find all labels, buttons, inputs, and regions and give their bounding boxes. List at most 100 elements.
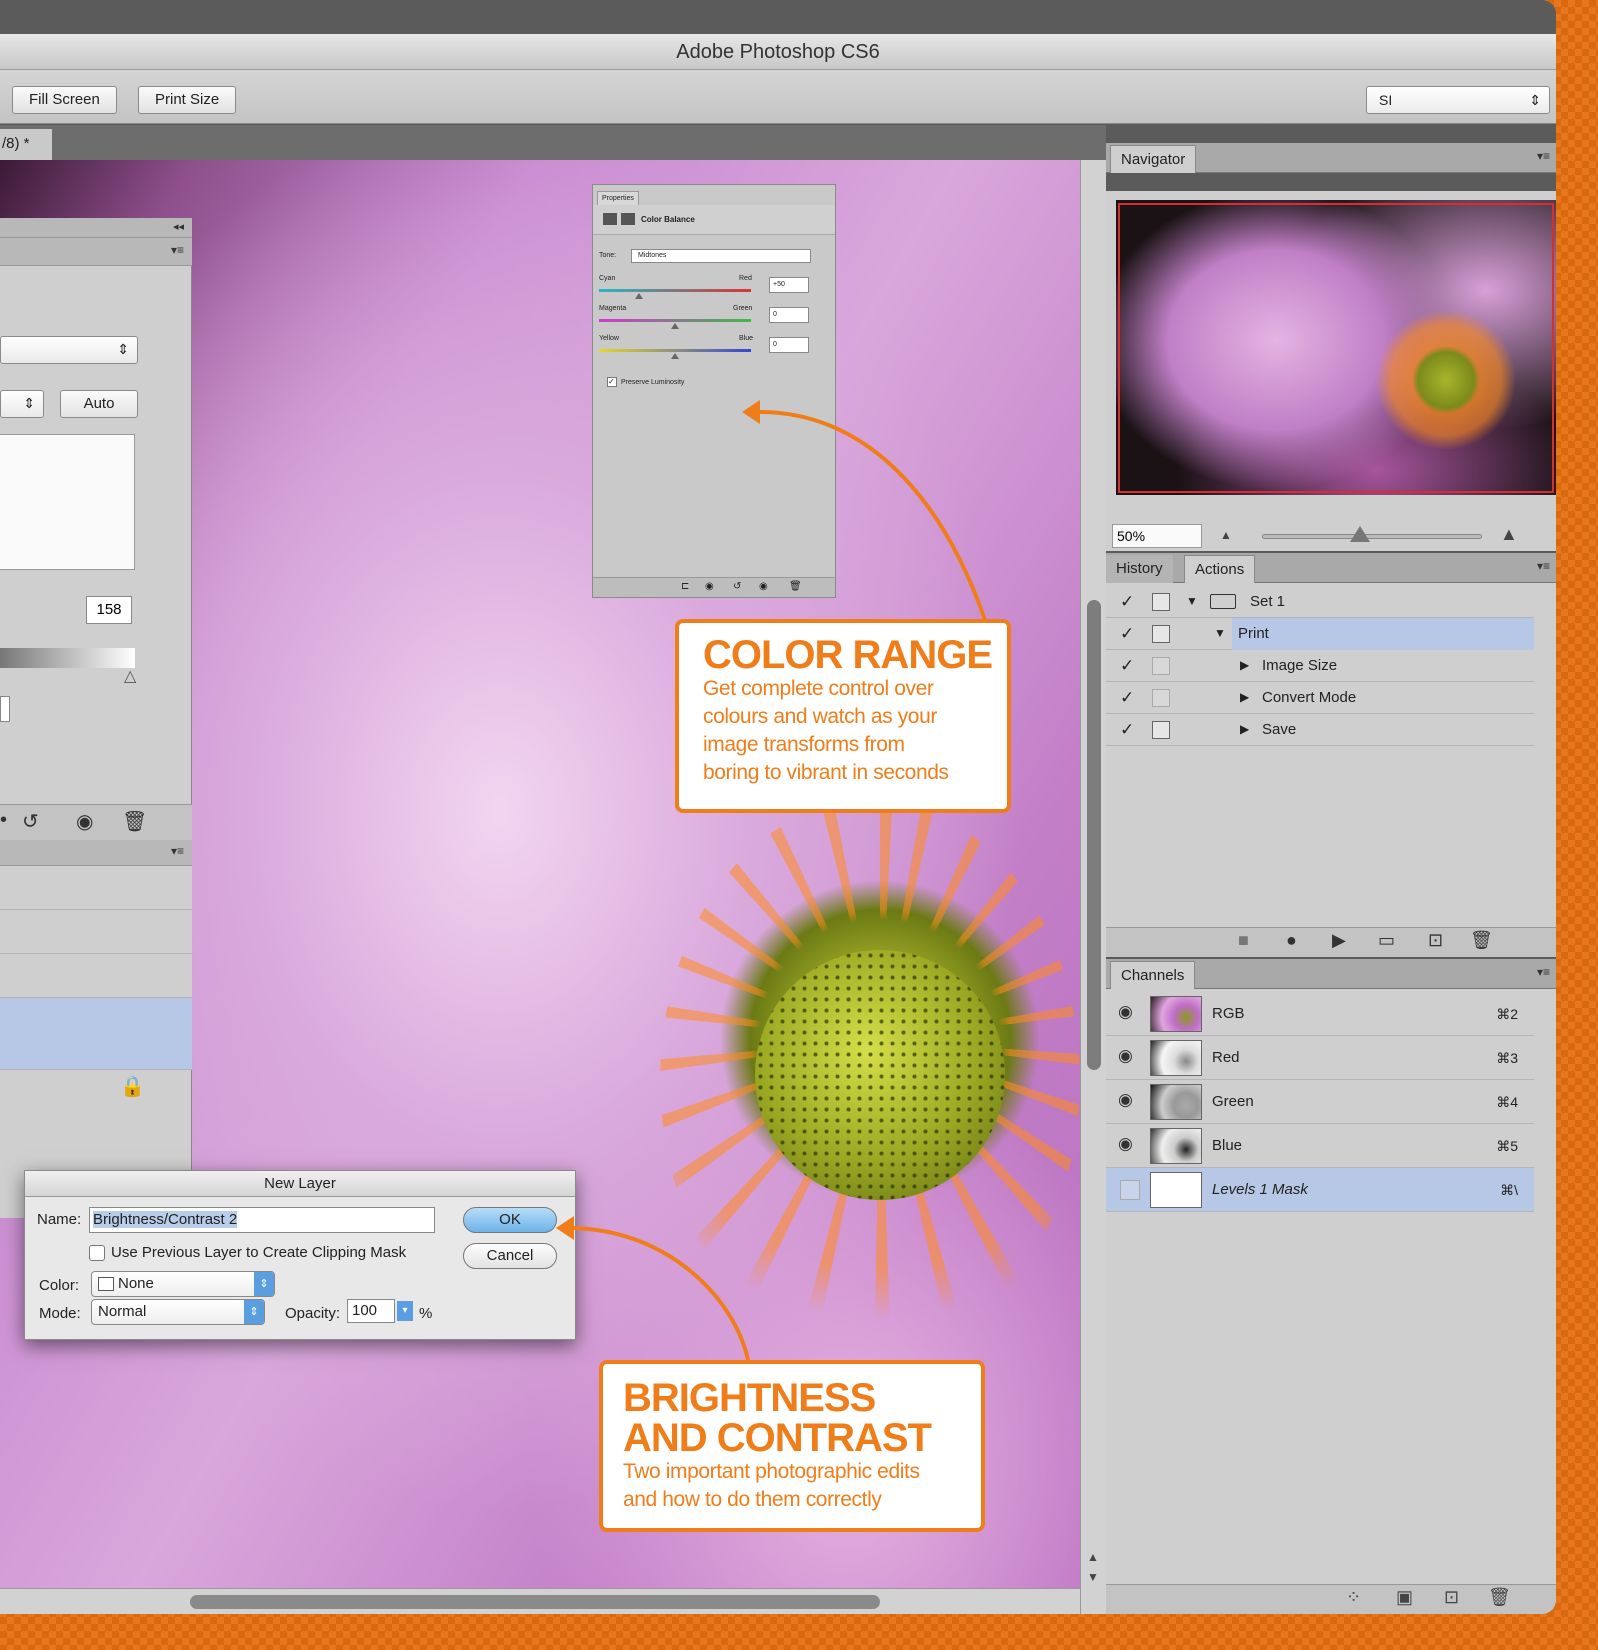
auto-button[interactable]: Auto: [60, 390, 138, 418]
panel-menu-icon[interactable]: ▾≡: [1537, 965, 1550, 979]
mode-select[interactable]: Normal ⇕: [91, 1299, 265, 1325]
eye-icon[interactable]: ◉: [76, 809, 93, 834]
action-step-row[interactable]: ✓ ▶ Convert Mode: [1106, 682, 1534, 714]
trash-icon[interactable]: 🗑: [122, 809, 147, 834]
disclosure-closed-icon[interactable]: ▶: [1240, 690, 1249, 704]
panel-menu-icon[interactable]: ▾≡: [171, 243, 184, 257]
checkmark-icon[interactable]: ✓: [1120, 624, 1134, 644]
eye-icon[interactable]: ◉: [1118, 1002, 1133, 1022]
layer-row[interactable]: [0, 910, 192, 954]
opacity-field[interactable]: 100: [347, 1299, 395, 1323]
action-set-row[interactable]: ✓ ▼ Set 1: [1106, 586, 1534, 618]
eye-icon[interactable]: ◉: [759, 581, 768, 592]
slider-knob[interactable]: [671, 353, 679, 359]
reset-icon[interactable]: ↺: [733, 581, 741, 592]
action-row-selected[interactable]: ✓ ▼ Print: [1106, 618, 1534, 650]
layer-name-input[interactable]: Brightness/Contrast 2: [89, 1207, 435, 1233]
slider-knob[interactable]: [671, 323, 679, 329]
disclosure-open-icon[interactable]: ▼: [1214, 626, 1226, 640]
channel-row-selected[interactable]: Levels 1 Mask ⌘\: [1106, 1168, 1534, 1212]
preserve-luminosity-checkbox[interactable]: ✓: [607, 377, 617, 387]
horizontal-scrollbar[interactable]: [0, 1588, 1080, 1614]
tone-select[interactable]: Midtones: [631, 249, 811, 263]
panel-menu-icon[interactable]: ▾≡: [171, 844, 184, 858]
zoom-out-icon[interactable]: ▲: [1220, 528, 1232, 542]
disclosure-closed-icon[interactable]: ▶: [1240, 658, 1249, 672]
channel-row[interactable]: ◉ Red ⌘3: [1106, 1036, 1534, 1080]
dot-icon[interactable]: •: [0, 809, 7, 832]
ok-button[interactable]: OK: [463, 1207, 557, 1233]
dialog-toggle-box[interactable]: [1152, 593, 1170, 611]
tab-navigator[interactable]: Navigator: [1110, 145, 1197, 173]
checkmark-icon[interactable]: ✓: [1120, 592, 1134, 612]
tab-channels[interactable]: Channels: [1110, 961, 1196, 989]
opacity-dropdown-icon[interactable]: ▾: [397, 1301, 413, 1321]
output-field[interactable]: [0, 696, 10, 722]
disclosure-open-icon[interactable]: ▼: [1186, 594, 1198, 608]
load-selection-icon[interactable]: ⁘: [1346, 1587, 1361, 1608]
channel-row[interactable]: ◉ Blue ⌘5: [1106, 1124, 1534, 1168]
yellow-blue-value[interactable]: 0: [769, 337, 809, 353]
new-set-folder-icon[interactable]: ▭: [1378, 930, 1395, 951]
dialog-toggle-box[interactable]: [1152, 657, 1170, 675]
level-value-field[interactable]: 158: [86, 596, 132, 624]
layer-row[interactable]: [0, 954, 192, 998]
zoom-in-icon[interactable]: ▲: [1500, 524, 1518, 545]
slider-handle-icon[interactable]: △: [124, 666, 136, 686]
collapse-icon[interactable]: ◂◂: [173, 220, 184, 233]
action-step-row[interactable]: ✓ ▶ Image Size: [1106, 650, 1534, 682]
eye-icon[interactable]: ◉: [1118, 1046, 1133, 1066]
channel-dropdown[interactable]: ⇕: [0, 390, 44, 418]
trash-icon[interactable]: 🗑: [789, 581, 802, 592]
horizontal-scroll-thumb[interactable]: [190, 1595, 880, 1609]
dialog-toggle-box[interactable]: [1152, 625, 1170, 643]
trash-icon[interactable]: 🗑: [1488, 1587, 1511, 1608]
tab-actions[interactable]: Actions: [1184, 555, 1256, 583]
stop-icon[interactable]: ■: [1238, 930, 1249, 951]
action-step-row[interactable]: ✓ ▶ Save: [1106, 714, 1534, 746]
navigator-view-box[interactable]: [1118, 203, 1554, 493]
eye-icon[interactable]: ◉: [1118, 1090, 1133, 1110]
scroll-down-icon[interactable]: ▼: [1080, 1566, 1106, 1588]
vertical-scrollbar[interactable]: [1080, 160, 1106, 1614]
clip-icon[interactable]: ⊏: [681, 581, 689, 592]
channel-row[interactable]: ◉ Green ⌘4: [1106, 1080, 1534, 1124]
panel-menu-icon[interactable]: ▾≡: [1537, 149, 1550, 163]
preset-select[interactable]: SI ⇕: [1366, 86, 1550, 114]
properties-tab[interactable]: Properties: [597, 191, 639, 205]
layer-row[interactable]: [0, 866, 192, 910]
eye-icon[interactable]: ◉: [1118, 1134, 1133, 1154]
channel-row[interactable]: ◉ RGB ⌘2: [1106, 992, 1534, 1036]
reset-icon[interactable]: ↺: [22, 809, 39, 834]
cyan-red-value[interactable]: +50: [769, 277, 809, 293]
panel-menu-icon[interactable]: ▾≡: [1537, 559, 1550, 573]
visibility-box[interactable]: [1120, 1180, 1140, 1200]
cancel-button[interactable]: Cancel: [463, 1243, 557, 1269]
document-tab[interactable]: /8) *: [0, 129, 52, 160]
mask-icon[interactable]: [621, 213, 635, 225]
play-icon[interactable]: ▶: [1332, 930, 1346, 951]
cyan-red-slider[interactable]: [599, 289, 751, 292]
magenta-green-value[interactable]: 0: [769, 307, 809, 323]
vertical-scroll-thumb[interactable]: [1087, 600, 1101, 1070]
view-previous-icon[interactable]: ◉: [705, 581, 714, 592]
checkmark-icon[interactable]: ✓: [1120, 688, 1134, 708]
slider-knob[interactable]: [635, 293, 643, 299]
fill-screen-button[interactable]: Fill Screen: [12, 86, 117, 114]
scroll-up-icon[interactable]: ▲: [1080, 1546, 1106, 1568]
disclosure-closed-icon[interactable]: ▶: [1240, 722, 1249, 736]
print-size-button[interactable]: Print Size: [138, 86, 237, 114]
color-select[interactable]: None ⇕: [91, 1271, 275, 1297]
preset-dropdown[interactable]: ⇕: [0, 336, 138, 364]
record-icon[interactable]: ●: [1286, 930, 1297, 951]
dialog-toggle-box[interactable]: [1152, 721, 1170, 739]
new-action-icon[interactable]: ⊡: [1428, 930, 1443, 951]
yellow-blue-slider[interactable]: [599, 349, 751, 352]
tab-history[interactable]: History: [1106, 555, 1173, 583]
clipping-mask-checkbox[interactable]: [89, 1245, 105, 1261]
trash-icon[interactable]: 🗑: [1470, 930, 1493, 951]
layer-row-selected[interactable]: [0, 998, 192, 1070]
zoom-field[interactable]: 50%: [1112, 524, 1202, 548]
checkmark-icon[interactable]: ✓: [1120, 656, 1134, 676]
dialog-toggle-box[interactable]: [1152, 689, 1170, 707]
